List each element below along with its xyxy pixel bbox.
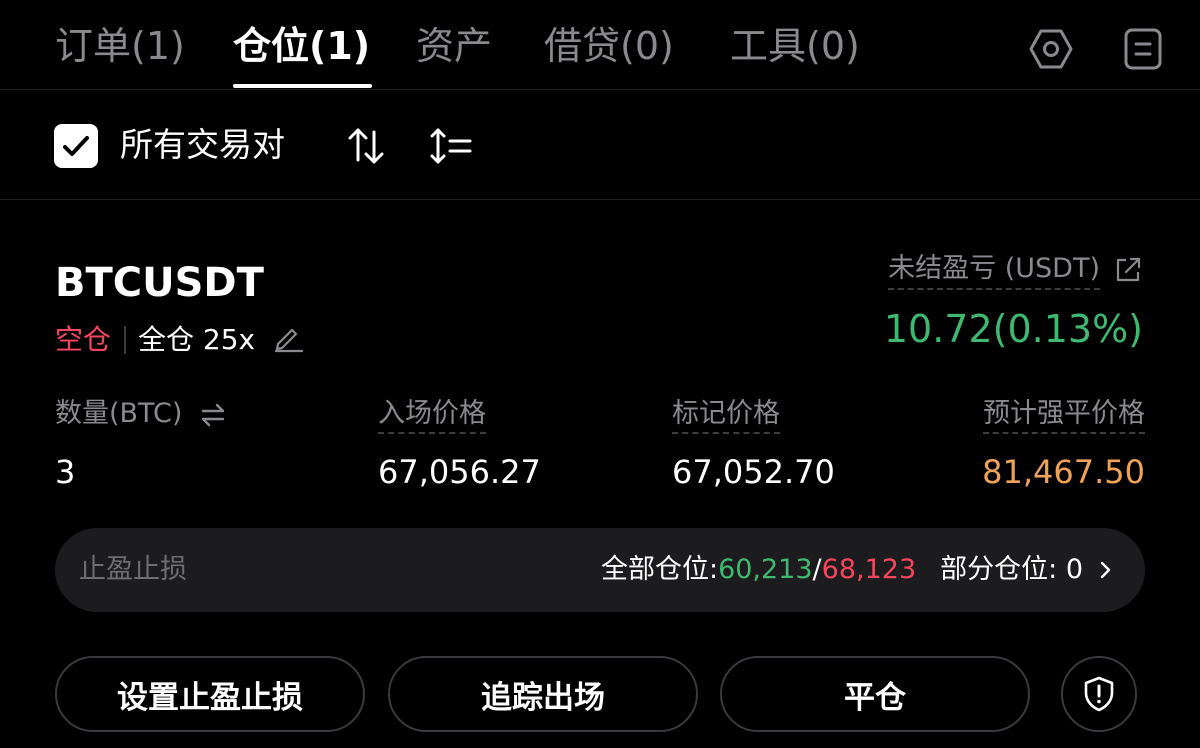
active-tab-indicator	[233, 84, 372, 88]
divider	[124, 326, 126, 354]
chevron-right-icon	[1100, 561, 1111, 579]
all-pairs-label[interactable]: 所有交易对	[120, 122, 285, 168]
share-external-icon[interactable]	[1112, 254, 1144, 290]
tab-tools[interactable]: 工具(0)	[730, 20, 860, 72]
shield-alert-icon	[1084, 676, 1114, 712]
partial-position-label: 部分仓位: 0	[940, 554, 1083, 585]
tab-loans[interactable]: 借贷(0)	[544, 20, 674, 72]
trailing-exit-button[interactable]: 追踪出场	[388, 656, 698, 732]
tab-assets[interactable]: 资产	[416, 20, 492, 72]
entry-price-label[interactable]: 入场价格	[378, 396, 486, 434]
settings-hexagon-icon[interactable]	[1028, 26, 1074, 72]
est-liq-price-label[interactable]: 预计强平价格	[983, 396, 1145, 434]
sort-list-icon[interactable]	[428, 124, 474, 172]
quantity-value: 3	[55, 453, 76, 491]
filter-row: 所有交易对	[0, 90, 1200, 200]
quantity-label: 数量(BTC)	[55, 398, 183, 429]
position-side: 空仓	[55, 323, 112, 356]
margin-mode-leverage[interactable]: 全仓 25x	[138, 322, 255, 358]
entry-price-value: 67,056.27	[378, 453, 541, 491]
tpsl-summary-bar[interactable]: 止盈止损 全部仓位: 60,213 / 68,123 部分仓位: 0	[55, 528, 1145, 612]
tpsl-details: 全部仓位: 60,213 / 68,123 部分仓位: 0	[601, 552, 1115, 588]
tab-positions[interactable]: 仓位(1)	[233, 20, 370, 72]
unrealized-pnl-label[interactable]: 未结盈亏 (USDT)	[888, 252, 1100, 290]
close-position-button[interactable]: 平仓	[720, 656, 1030, 732]
position-symbol[interactable]: BTCUSDT	[55, 258, 264, 308]
full-position-label: 全部仓位:	[600, 554, 719, 585]
mark-price-label[interactable]: 标记价格	[672, 396, 780, 434]
set-tpsl-button[interactable]: 设置止盈止损	[55, 656, 365, 732]
stop-loss-price: 68,123	[821, 554, 917, 585]
mark-price-value: 67,052.70	[672, 453, 835, 491]
swap-icon[interactable]	[198, 400, 228, 434]
unrealized-pnl-value: 10.72(0.13%)	[883, 307, 1143, 351]
all-pairs-checkbox[interactable]	[54, 124, 98, 168]
tab-bar: 订单(1) 仓位(1) 资产 借贷(0) 工具(0)	[0, 0, 1200, 90]
tpsl-title: 止盈止损	[79, 554, 187, 585]
take-profit-price: 60,213	[718, 554, 813, 585]
document-list-icon[interactable]	[1120, 26, 1166, 72]
est-liq-price-value: 81,467.50	[982, 453, 1145, 491]
shield-button[interactable]	[1061, 656, 1137, 732]
checkmark-icon	[63, 136, 89, 156]
edit-pencil-icon[interactable]	[272, 322, 304, 358]
tpsl-separator: /	[812, 554, 822, 585]
tab-orders[interactable]: 订单(1)	[55, 20, 185, 72]
sort-arrows-icon[interactable]	[344, 124, 388, 172]
